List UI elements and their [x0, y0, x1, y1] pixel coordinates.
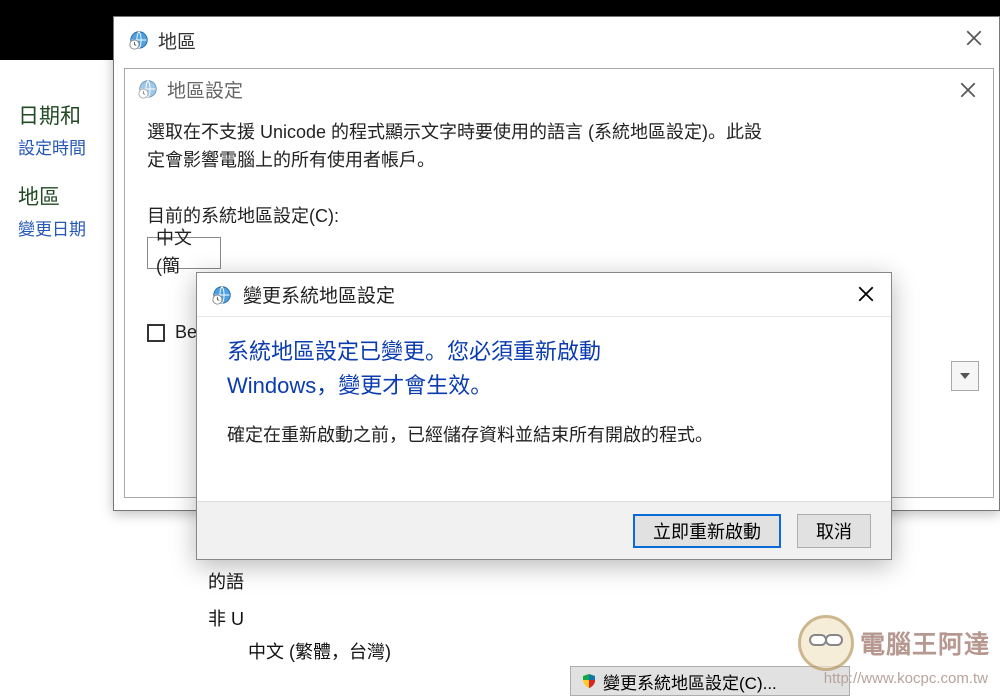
change-system-locale-button[interactable]: 變更系統地區設定(C)...: [570, 666, 850, 696]
restart-dialog: 變更系統地區設定 系統地區設定已變更。您必須重新啟動 Windows，變更才會生…: [196, 272, 892, 560]
sidebar-link-change-date[interactable]: 變更日期: [18, 215, 123, 240]
beta-unicode-checkbox[interactable]: [147, 324, 165, 342]
dialog-sub-text: 確定在重新啟動之前，已經儲存資料並結束所有開啟的程式。: [227, 421, 861, 447]
locale-description-line1: 選取在不支援 Unicode 的程式顯示文字時要使用的語言 (系統地區設定)。此…: [147, 119, 973, 147]
globe-clock-icon: [128, 29, 150, 51]
current-locale-label: 目前的系統地區設定(C):: [147, 203, 973, 231]
non-unicode-label-truncated: 非 U: [208, 605, 244, 631]
watermark-url: http://www.kocpc.com.tw: [824, 670, 988, 687]
dialog-title: 變更系統地區設定: [243, 281, 395, 308]
window-region-title: 地區: [158, 27, 196, 54]
cancel-button[interactable]: 取消: [797, 514, 871, 548]
close-icon[interactable]: [855, 283, 877, 305]
sidebar-link-set-time[interactable]: 設定時間: [18, 134, 123, 159]
dropdown-arrow[interactable]: [951, 361, 979, 391]
close-icon[interactable]: [963, 27, 985, 49]
non-unicode-value: 中文 (繁體，台灣): [248, 638, 391, 664]
uac-shield-icon: [581, 673, 597, 689]
sidebar-group-region: 地區: [18, 181, 123, 211]
restart-now-button[interactable]: 立即重新啟動: [633, 514, 781, 548]
locale-description-line2: 定會影響電腦上的所有使用者帳戶。: [147, 147, 973, 175]
language-label-truncated: 的語: [208, 568, 244, 594]
window-region-settings-title: 地區設定: [167, 76, 243, 103]
change-locale-label: 變更系統地區設定(C)...: [603, 669, 777, 694]
sidebar-group-datetime: 日期和: [18, 100, 123, 130]
globe-clock-icon: [211, 284, 233, 306]
close-icon[interactable]: [957, 79, 979, 101]
globe-clock-icon: [137, 78, 159, 100]
dialog-main-line2: Windows，變更才會生效。: [227, 369, 861, 403]
settings-sidebar: 日期和 設定時間 地區 變更日期: [18, 100, 123, 262]
dialog-main-line1: 系統地區設定已變更。您必須重新啟動: [227, 335, 861, 369]
locale-dropdown[interactable]: 中文 (簡: [147, 237, 221, 269]
